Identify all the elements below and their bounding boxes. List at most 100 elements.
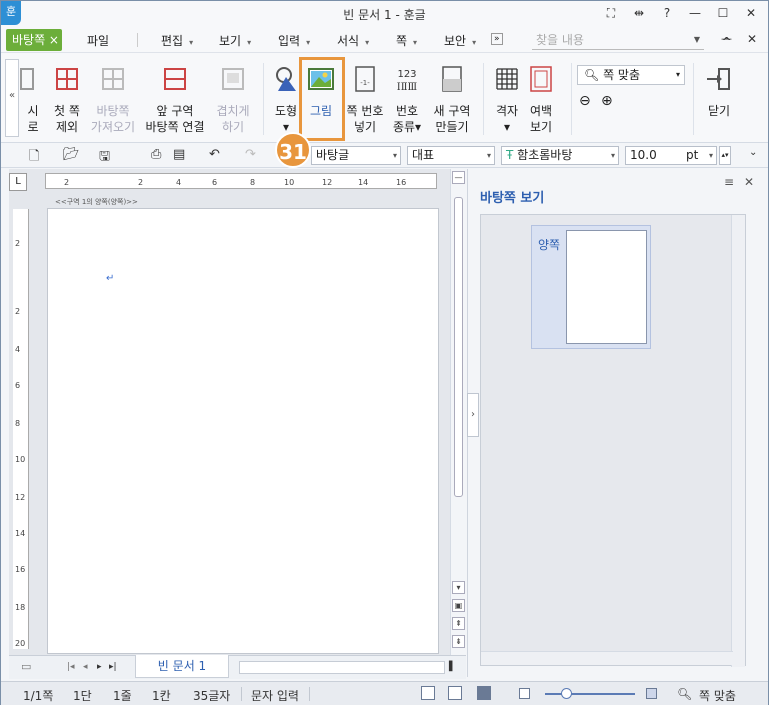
import-page-icon xyxy=(102,68,124,90)
pane-title: 바탕쪽 보기 xyxy=(480,191,545,206)
menu-insert[interactable]: 입력 ▾ xyxy=(278,32,310,49)
print-preview-icon[interactable]: ▤ xyxy=(173,147,185,162)
normal-view-icon[interactable] xyxy=(421,686,435,700)
import-master-page-button[interactable]: 바탕쪽 가져오기 xyxy=(85,65,141,135)
ruler-tick: 14 xyxy=(358,178,369,187)
status-zoom[interactable]: 쪽 맞춤 xyxy=(699,687,736,704)
zoom-slider-knob[interactable] xyxy=(561,688,572,699)
menu-edit[interactable]: 편집 ▾ xyxy=(161,32,193,49)
status-input-mode: 문자 입력 xyxy=(251,689,299,703)
page-view-button[interactable]: ▣ xyxy=(452,599,465,612)
maximize-button[interactable]: ☐ xyxy=(712,4,734,22)
status-column: 1단 xyxy=(73,689,92,703)
overlap-button[interactable]: 겹치게 하기 xyxy=(207,65,259,135)
scroll-thumb[interactable] xyxy=(454,197,463,497)
last-tab-button[interactable]: ▸| xyxy=(109,662,117,672)
ruler-tick: 2 xyxy=(15,239,21,248)
font-size-input[interactable]: 10.0 pt ▾ xyxy=(625,146,717,165)
title-bar: 훈 빈 문서 1 - 훈글 ⛶ ⇹ ? — ☐ ✕ xyxy=(1,1,768,27)
pane-close-icon[interactable]: ✕ xyxy=(744,175,754,189)
toolbar-expand-icon[interactable]: ⌄ xyxy=(749,147,757,158)
ruler-tick: 4 xyxy=(15,345,21,354)
pane-horizontal-scrollbar[interactable] xyxy=(481,651,733,665)
status-page: 1/1쪽 xyxy=(23,689,54,703)
document-page[interactable]: ↵ xyxy=(47,208,439,654)
link-prev-section-button[interactable]: 앞 구역 바탕쪽 연결 xyxy=(141,65,209,135)
section-label: <<구역 1의 양쪽(양쪽)>> xyxy=(55,198,138,206)
zoom-slider-track[interactable] xyxy=(545,693,635,695)
resize-icon[interactable]: ⇹ xyxy=(628,4,650,22)
ribbon-collapse-button[interactable]: ^ xyxy=(722,35,731,48)
first-tab-button[interactable]: |◂ xyxy=(67,662,75,672)
ribbon-scroll-left-button[interactable]: « xyxy=(5,59,19,137)
formatting-toolbar: 🗋︎ 📂︎ 🖫︎ ⎙ ▤ ↶ ↷ 바탕글 ▾ 대표 ▾ Ŧ 함초롬바탕 ▾ 10.0 p… xyxy=(1,143,768,168)
split-view-button[interactable]: ▌ xyxy=(449,662,456,672)
font-size-spinner[interactable]: ▴▾ xyxy=(719,146,731,165)
close-button[interactable]: ✕ xyxy=(740,4,762,22)
save-icon[interactable]: 🖫︎ xyxy=(99,147,110,169)
master-page-thumbnail[interactable]: 양쪽 xyxy=(531,225,651,349)
first-page-icon xyxy=(56,68,78,90)
app-window: 훈 빈 문서 1 - 훈글 ⛶ ⇹ ? — ☐ ✕ 바탕쪽 × 파일 편집 ▾ 보… xyxy=(0,0,769,705)
number-type-button[interactable]: 123 ⅠⅡⅢ 번호 종류▾ xyxy=(383,65,431,135)
more-menus-button[interactable]: » xyxy=(491,33,503,45)
new-section-button[interactable]: 새 구역 만들기 xyxy=(427,65,477,135)
menu-view[interactable]: 보기 ▾ xyxy=(219,32,251,49)
ruler-tick: 16 xyxy=(15,565,26,574)
tab-list-icon[interactable]: ▭ xyxy=(21,660,31,673)
zoom-in-small-icon[interactable] xyxy=(646,688,657,699)
fullscreen-icon[interactable]: ⛶ xyxy=(600,4,622,22)
search-input[interactable]: 찾을 내용 ▼ xyxy=(532,30,704,50)
fit-view-icon[interactable] xyxy=(448,686,462,700)
menu-security[interactable]: 보안 ▾ xyxy=(444,32,476,49)
status-chars: 35글자 xyxy=(193,689,231,703)
zoom-in-icon[interactable]: ⊕ xyxy=(601,93,613,109)
zoom-select[interactable]: 🔍︎ 쪽 맞춤 ▾ xyxy=(577,65,685,85)
number-type-icon: 123 ⅠⅡⅢ xyxy=(397,69,418,93)
pane-vertical-scrollbar[interactable] xyxy=(731,215,745,667)
search-dropdown-icon[interactable]: ▼ xyxy=(694,30,700,50)
link-section-icon xyxy=(164,68,186,90)
scroll-down-button[interactable]: ▾ xyxy=(452,581,465,594)
minimize-button[interactable]: — xyxy=(684,4,706,22)
undo-icon[interactable]: ↶ xyxy=(209,147,220,162)
full-view-icon[interactable] xyxy=(477,686,491,700)
exit-icon xyxy=(707,68,730,90)
pane-menu-icon[interactable]: ≡ xyxy=(724,175,734,189)
prev-tab-button[interactable]: ◂ xyxy=(83,662,88,672)
document-vertical-scrollbar[interactable]: — ▾ ▣ ⇞ ⇟ xyxy=(450,169,466,655)
margin-view-button[interactable]: 여백 보기 xyxy=(515,65,567,135)
menu-file[interactable]: 파일 xyxy=(87,32,109,49)
zoom-out-icon[interactable]: ⊖ xyxy=(579,93,591,109)
new-document-icon[interactable]: 🗋︎ xyxy=(29,147,39,169)
status-zoom-icon[interactable]: 🔍︎ xyxy=(677,687,692,701)
redo-icon[interactable]: ↷ xyxy=(245,147,256,162)
doc-close-button[interactable]: ✕ xyxy=(747,32,757,46)
insert-page-number-button[interactable]: -1- 쪽 번호 넣기 xyxy=(341,65,389,135)
help-icon[interactable]: ? xyxy=(656,4,678,22)
zoom-dropdown-icon[interactable]: ▾ xyxy=(676,66,680,84)
language-select[interactable]: 대표 ▾ xyxy=(407,146,495,165)
ruler-tick: 10 xyxy=(15,455,26,464)
document-horizontal-scrollbar[interactable] xyxy=(239,661,445,674)
pane-collapse-handle[interactable]: › xyxy=(467,393,479,437)
menu-page[interactable]: 쪽 ▾ xyxy=(396,32,417,49)
ribbon-divider xyxy=(571,63,572,135)
style-select[interactable]: 바탕글 ▾ xyxy=(311,146,401,165)
next-tab-button[interactable]: ▸ xyxy=(97,662,102,672)
tab-document[interactable]: 빈 문서 1 xyxy=(135,655,229,678)
next-page-button[interactable]: ⇟ xyxy=(452,635,465,648)
tab-stop-icon[interactable]: L xyxy=(9,173,27,191)
print-icon[interactable]: ⎙ xyxy=(151,147,161,162)
open-folder-icon[interactable]: 📂︎ xyxy=(63,147,80,162)
scroll-up-button[interactable]: — xyxy=(452,171,465,184)
horizontal-ruler[interactable]: 2 2 4 6 8 10 12 14 16 xyxy=(45,173,437,189)
menu-format[interactable]: 서식 ▾ xyxy=(337,32,369,49)
master-page-tab[interactable]: 바탕쪽 × xyxy=(6,29,62,51)
close-master-page-button[interactable]: 닫기 xyxy=(695,65,743,119)
font-select[interactable]: Ŧ 함초롬바탕 ▾ xyxy=(501,146,619,165)
thumbnail-page xyxy=(566,230,647,344)
zoom-out-small-icon[interactable] xyxy=(519,688,530,699)
prev-page-button[interactable]: ⇞ xyxy=(452,617,465,630)
vertical-ruler[interactable]: 2 2 4 6 8 10 12 14 16 18 20 xyxy=(13,209,29,649)
